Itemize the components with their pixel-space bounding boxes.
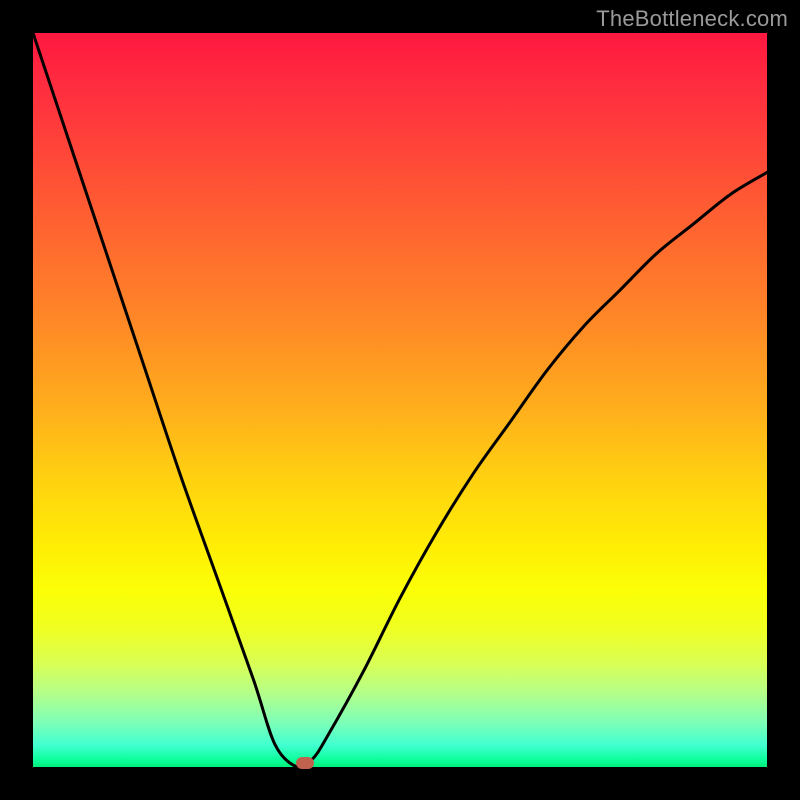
- plot-area: [33, 33, 767, 767]
- watermark-text: TheBottleneck.com: [596, 6, 788, 32]
- minimum-marker: [296, 757, 314, 769]
- curve-path: [33, 33, 767, 768]
- chart-frame: TheBottleneck.com: [0, 0, 800, 800]
- bottleneck-curve: [33, 33, 767, 767]
